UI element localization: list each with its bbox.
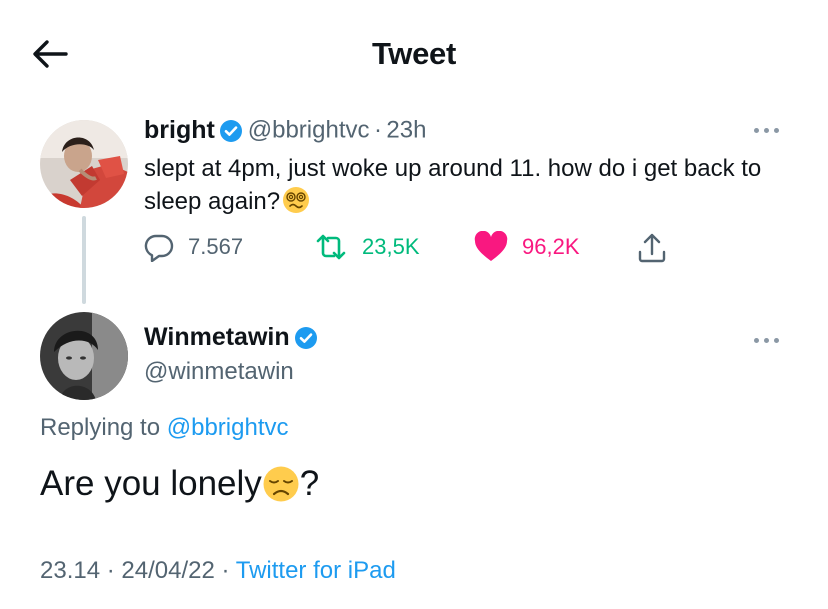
verified-badge-icon <box>220 119 243 142</box>
parent-tweet-header: bright @bbrightvc · 23h <box>144 116 426 146</box>
author-handle[interactable]: @bbrightvc <box>248 117 370 144</box>
disappointed-face-emoji <box>263 466 299 502</box>
reply-tweet-header: Winmetawin <box>144 323 318 352</box>
thread-connector-line <box>82 216 86 304</box>
tweet-source-link[interactable]: Twitter for iPad <box>236 557 396 584</box>
separator-dot: · <box>373 116 382 144</box>
retweet-count: 23,5K <box>362 234 420 259</box>
more-options-button[interactable] <box>752 124 784 136</box>
top-bar: Tweet <box>0 0 828 100</box>
replying-to-handle-link[interactable]: @bbrightvc <box>167 414 289 441</box>
reply-text-content: Are you lonely <box>40 463 262 503</box>
tweet-time[interactable]: 23.14 <box>40 557 100 584</box>
reply-author-handle[interactable]: @winmetawin <box>144 358 294 386</box>
dizzy-face-emoji <box>283 187 310 213</box>
tweet-text: slept at 4pm, just woke up around 11. ho… <box>144 152 804 218</box>
reply-tweet-text: Are you lonely ? <box>40 462 319 504</box>
profile-photo-winmetawin <box>40 312 128 400</box>
avatar-winmetawin[interactable] <box>40 312 128 400</box>
retweet-button[interactable]: 23,5K <box>314 228 420 266</box>
reply-count: 7.567 <box>188 234 244 259</box>
verified-badge-icon <box>295 326 318 349</box>
reply-author-name[interactable]: Winmetawin <box>144 323 290 351</box>
share-button[interactable] <box>636 228 668 266</box>
tweet-action-bar: 7.567 23,5K 96,2K <box>144 228 704 266</box>
like-count: 96,2K <box>522 234 580 259</box>
retweet-icon <box>316 234 346 260</box>
more-options-button[interactable] <box>752 334 784 346</box>
separator-dot: · <box>106 557 115 584</box>
profile-photo-bright <box>40 120 128 208</box>
reply-button[interactable]: 7.567 <box>144 228 243 266</box>
reply-icon <box>144 234 174 262</box>
tweet-text-content: slept at 4pm, just woke up around 11. ho… <box>144 155 762 215</box>
reply-text-suffix: ? <box>299 463 320 503</box>
separator-dot: · <box>221 557 230 584</box>
heart-icon <box>474 231 508 261</box>
page-title: Tweet <box>371 36 457 71</box>
tweet-date[interactable]: 24/04/22 <box>121 557 214 584</box>
like-button[interactable]: 96,2K <box>474 228 580 266</box>
tweet-time[interactable]: 23h <box>386 117 426 144</box>
share-icon <box>638 233 666 263</box>
avatar-bright[interactable] <box>40 120 128 208</box>
author-name[interactable]: bright <box>144 116 215 144</box>
replying-to-label: Replying to <box>40 414 161 441</box>
tweet-metadata: 23.14 · 24/04/22 · Twitter for iPad <box>40 557 396 585</box>
replying-to-line: Replying to @bbrightvc <box>40 414 289 442</box>
